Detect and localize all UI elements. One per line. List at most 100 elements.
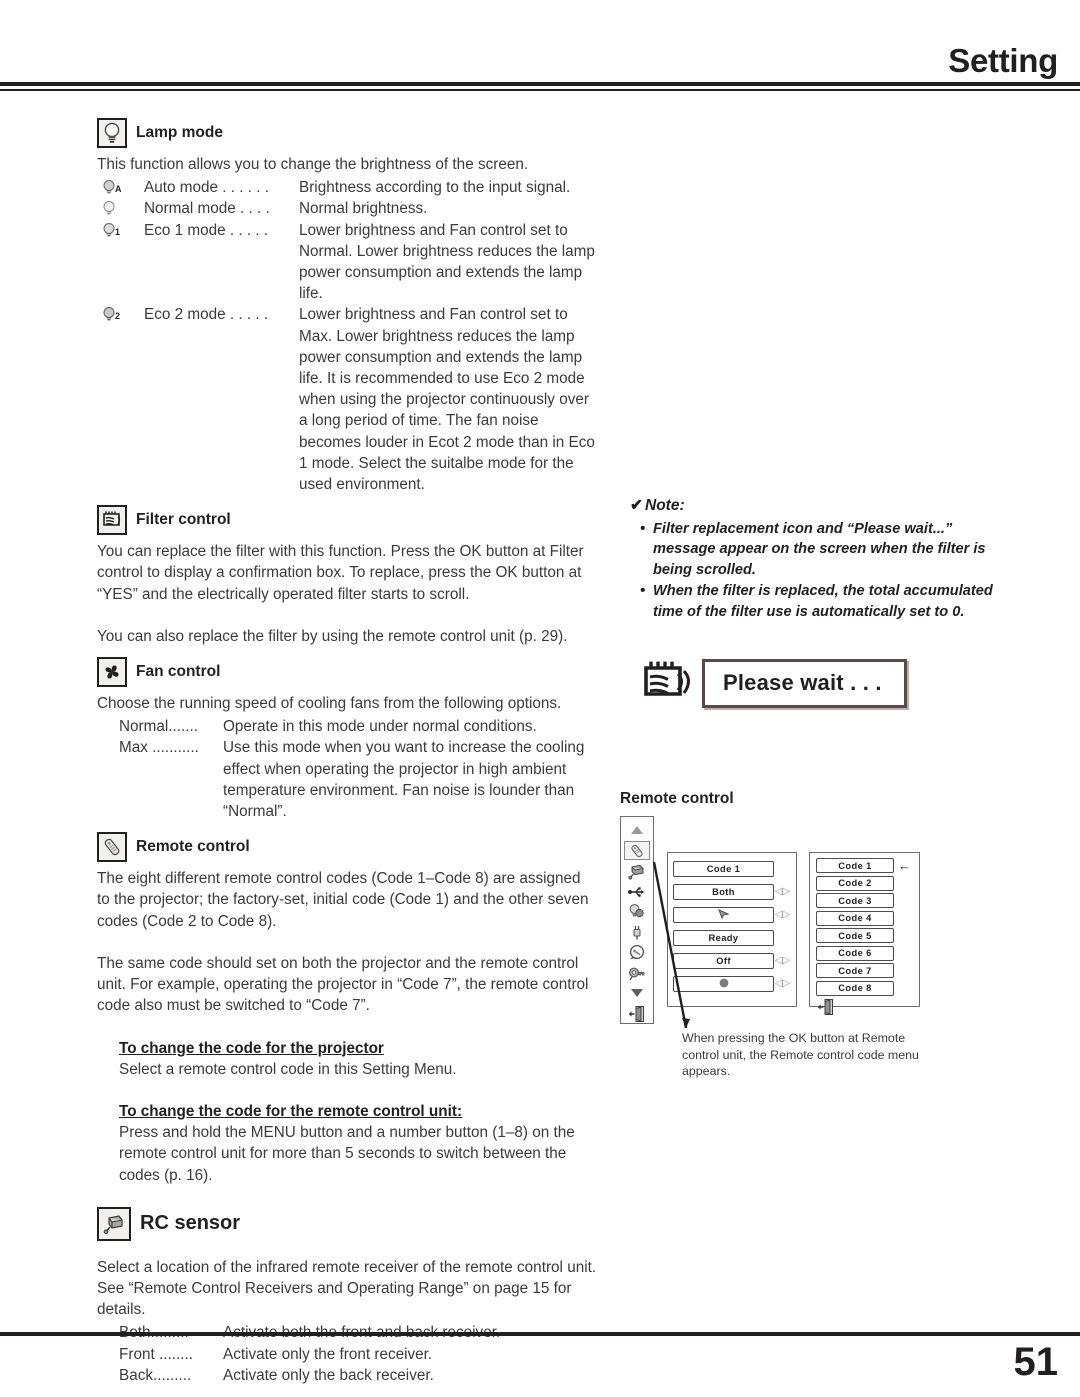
menu-row[interactable]: Off ◁▷ (673, 951, 791, 970)
menu-field-value[interactable]: Off (673, 952, 774, 969)
list-item[interactable]: Code 3 (816, 893, 913, 911)
list-item: Normal....... Operate in this mode under… (119, 716, 597, 737)
code-option[interactable]: Code 2 (816, 875, 894, 891)
list-item: Normal mode . . . . Normal brightness. (97, 198, 597, 219)
check-icon: ✔ (630, 497, 643, 514)
menu-field-value[interactable]: Code 1 (673, 860, 774, 877)
change-code-projector-block: To change the code for the projector Sel… (97, 1038, 597, 1080)
menu-field-value[interactable] (673, 906, 774, 923)
menu-row[interactable]: Both ◁▷ (673, 882, 791, 901)
lamp-eco1-icon: 1 (97, 220, 144, 238)
menu-field-value[interactable]: Ready (673, 929, 774, 946)
menu-field-value[interactable] (673, 975, 774, 992)
please-wait-message: Please wait . . . (702, 659, 907, 708)
menu-row-arrows[interactable]: ◁▷ (774, 909, 791, 920)
lamp-auto-icon: A (97, 177, 144, 195)
rc-diagram-caption: When pressing the OK button at Remote co… (682, 1031, 919, 1078)
list-item-term: Max ........... (119, 739, 199, 757)
rc-diagram: Code 1 Both ◁▷ ◁▷ Ready Off ◁▷ ◁▷ Code 1… (620, 816, 920, 1024)
scroll-up-icon[interactable] (624, 821, 650, 839)
list-item: A Auto mode . . . . . . Brightness accor… (97, 177, 597, 198)
sidebar-item-security[interactable] (624, 964, 650, 982)
pointer-icon (717, 908, 731, 921)
list-item[interactable]: Code 4 (816, 910, 913, 929)
note-item-text: When the filter is replaced, the total a… (653, 583, 993, 620)
code-option[interactable]: Code 1 (816, 858, 894, 873)
code-option[interactable]: Code 4 (816, 910, 894, 926)
menu-row[interactable]: ◁▷ (673, 974, 791, 993)
change-code-projector-heading: To change the code for the projector (119, 1039, 384, 1057)
page-title: Setting (948, 42, 1058, 79)
list-item-desc: Operate in this mode under normal condit… (223, 718, 537, 736)
sidebar-item-remote-control[interactable] (624, 841, 650, 860)
code-option[interactable]: Code 5 (816, 928, 894, 943)
list-item-desc: Lower brightness and Fan control set to … (299, 306, 595, 494)
menu-row[interactable]: ◁▷ (673, 905, 791, 924)
list-item-term: Auto mode . . . . . . (144, 179, 269, 197)
list-item: Max ........... Use this mode when you w… (119, 737, 597, 822)
list-item[interactable]: Code 5 (816, 928, 913, 946)
remote-control-paragraph-1: The eight different remote control codes… (97, 870, 589, 930)
left-column: Lamp mode This function allows you to ch… (97, 118, 597, 1386)
list-item[interactable]: Code 1 ← (816, 858, 913, 876)
change-code-remote-text: Press and hold the MENU button and a num… (119, 1124, 575, 1184)
menu-field-value[interactable]: Both (673, 883, 774, 900)
menu-row-arrows[interactable]: ◁▷ (774, 978, 791, 989)
code-list-quit[interactable] (816, 998, 913, 1021)
sidebar-item-lamp[interactable] (624, 903, 650, 921)
header-rule-bottom (0, 89, 1080, 91)
lamp-icon (97, 118, 127, 148)
section-fan-control-heading: Fan control (97, 657, 597, 688)
list-item-desc: Use this mode when you want to increase … (223, 739, 585, 821)
section-lamp-mode-heading: Lamp mode (97, 118, 597, 148)
lamp-mode-label: Lamp mode (136, 124, 223, 141)
menu-row-arrows[interactable]: ◁▷ (774, 886, 791, 897)
list-item[interactable]: Code 8 (816, 980, 913, 999)
code-option[interactable]: Code 3 (816, 893, 894, 908)
list-item-desc: Brightness according to the input signal… (299, 179, 571, 197)
lamp-normal-icon (97, 198, 144, 216)
code-option[interactable]: Code 6 (816, 945, 894, 961)
list-item[interactable]: Code 6 (816, 945, 913, 964)
list-item-term: Eco 1 mode . . . . . (144, 221, 269, 239)
list-item: Back......... Activate only the back rec… (119, 1365, 597, 1386)
filter-icon (640, 658, 692, 709)
list-item[interactable]: Code 2 (816, 875, 913, 894)
list-item: • When the filter is replaced, the total… (640, 581, 1005, 622)
bullet-icon: • (640, 521, 646, 537)
section-filter-control-heading: Filter control (97, 505, 597, 536)
list-item-desc: Lower brightness and Fan control set to … (299, 221, 595, 303)
menu-row-arrows[interactable]: ◁▷ (774, 955, 791, 966)
section-rc-sensor-heading: RC sensor (97, 1206, 597, 1241)
filter-control-label: Filter control (136, 511, 231, 529)
scroll-down-icon[interactable] (624, 984, 650, 1002)
quit-icon[interactable] (816, 998, 836, 1021)
sidebar-item-closed-caption[interactable] (624, 944, 650, 962)
filter-control-paragraph-2: You can also replace the filter by using… (97, 627, 568, 645)
list-item-term: Normal mode . . . . (144, 200, 270, 218)
please-wait-graphic: Please wait . . . (640, 658, 907, 709)
sidebar-item-rc-sensor[interactable] (624, 862, 650, 880)
list-item[interactable]: Code 7 (816, 963, 913, 981)
list-item-term: Normal....... (119, 718, 199, 736)
change-code-remote-heading: To change the code for the remote contro… (119, 1102, 463, 1120)
list-item-desc: Activate only the front receiver. (223, 1345, 433, 1363)
sidebar-item-power[interactable] (624, 923, 650, 941)
page-header: Setting (0, 0, 1080, 92)
section-remote-control-heading: Remote control (97, 832, 597, 863)
fan-icon (97, 657, 127, 688)
menu-row[interactable]: Ready (673, 928, 791, 947)
lamp-mode-intro: This function allows you to change the b… (97, 156, 529, 173)
list-item-term: Eco 2 mode . . . . . (144, 306, 269, 324)
rc-sensor-paragraph-1: Select a location of the infrared remote… (97, 1258, 597, 1319)
rc-diagram-title: Remote control (620, 790, 734, 807)
code-option[interactable]: Code 7 (816, 963, 894, 978)
list-item-term: Back......... (119, 1366, 192, 1384)
sidebar-item-usb[interactable] (624, 882, 650, 900)
remote-icon (97, 832, 127, 863)
code-option[interactable]: Code 8 (816, 980, 894, 996)
quit-icon[interactable] (624, 1005, 650, 1023)
menu-row[interactable]: Code 1 (673, 859, 791, 878)
footer-rule (0, 1332, 1080, 1336)
bullet-icon: • (640, 583, 646, 600)
